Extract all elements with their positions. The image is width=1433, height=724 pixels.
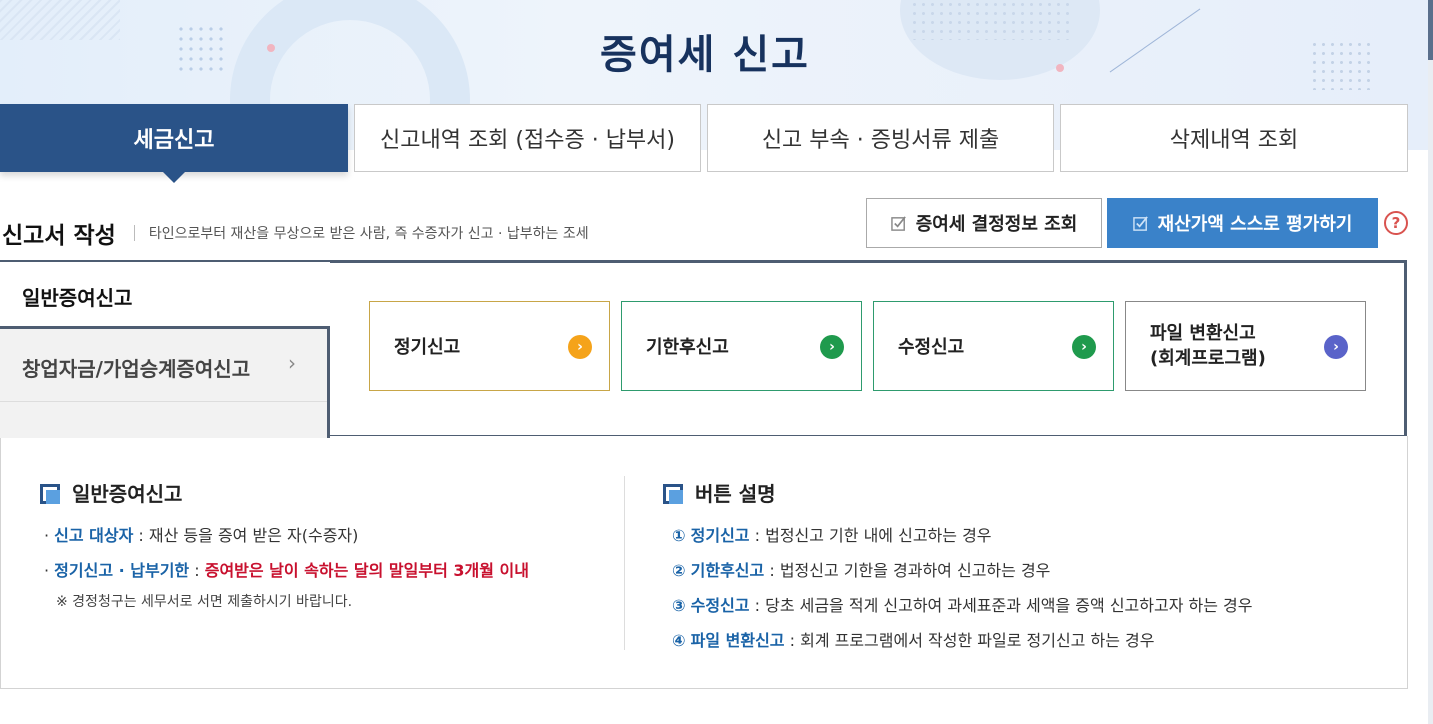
page-title: 증여세 신고 (600, 32, 810, 78)
square-bullet-icon (663, 484, 683, 504)
card-label: 기한후신고 (646, 337, 729, 358)
item-number: ③ (672, 596, 686, 615)
file-conversion-report-card[interactable]: 파일 변환신고 (회계프로그램) › (1125, 301, 1366, 391)
tab-label: 삭제내역 조회 (1169, 128, 1299, 153)
tab-document-submission[interactable]: 신고 부속 · 증빙서류 제출 (707, 104, 1054, 172)
info-key: 정기신고 · 납부기한 (54, 561, 190, 580)
info-sep: : (189, 561, 205, 580)
sidebar-item-general-gift[interactable]: 일반증여신고 (0, 262, 330, 327)
tab-deleted-history[interactable]: 삭제내역 조회 (1060, 104, 1408, 172)
button-desc-item: ① 정기신고 : 법정신고 기한 내에 신고하는 경우 (672, 522, 992, 546)
item-value: : 회계 프로그램에서 작성한 파일로 정기신고 하는 경우 (784, 631, 1155, 650)
item-key: 파일 변환신고 (690, 631, 785, 650)
sidebar-item-label: 창업자금/가업승계증여신고 (22, 357, 251, 381)
target-info: · 신고 대상자 : 재산 등을 증여 받은 자(수증자) (44, 526, 359, 545)
amended-report-card[interactable]: 수정신고 › (873, 301, 1114, 391)
chevron-right-icon: › (1324, 335, 1348, 359)
late-report-card[interactable]: 기한후신고 › (621, 301, 862, 391)
self-assessment-button[interactable]: 재산가액 스스로 평가하기 (1107, 198, 1378, 248)
active-tab-caret (162, 171, 186, 183)
item-value: : 법정신고 기한을 경과하여 신고하는 경우 (764, 561, 1051, 580)
checkbox-icon (890, 215, 906, 231)
item-key: 정기신고 (690, 526, 750, 545)
card-label: 정기신고 (394, 337, 461, 358)
item-value: : 법정신고 기한 내에 신고하는 경우 (749, 526, 992, 545)
tab-report-history[interactable]: 신고내역 조회 (접수증 · 납부서) (354, 104, 701, 172)
item-value: : 당초 세금을 적게 신고하여 과세표준과 세액을 증액 신고하고자 하는 경… (749, 596, 1253, 615)
card-label: 파일 변환신고 (회계프로그램) (1150, 321, 1266, 371)
button-desc-item: ③ 수정신고 : 당초 세금을 적게 신고하여 과세표준과 세액을 증액 신고하… (672, 592, 1252, 616)
item-number: ① (672, 526, 686, 545)
button-desc-item: ④ 파일 변환신고 : 회계 프로그램에서 작성한 파일로 정기신고 하는 경우 (672, 627, 1154, 651)
item-number: ② (672, 561, 686, 580)
tab-tax-report[interactable]: 세금신고 (0, 104, 348, 183)
chevron-right-icon: › (288, 351, 296, 375)
item-key: 수정신고 (690, 596, 750, 615)
section-title-text: 일반증여신고 (72, 482, 183, 506)
divider (0, 401, 327, 402)
general-gift-info-title: 일반증여신고 (40, 478, 182, 507)
card-label-line: (회계프로그램) (1150, 348, 1266, 369)
chevron-right-icon: › (568, 335, 592, 359)
help-icon[interactable]: ? (1384, 211, 1408, 235)
card-label: 수정신고 (898, 337, 965, 358)
note-text: ※ 경정청구는 세무서로 서면 제출하시기 바랍니다. (56, 594, 353, 610)
tab-label: 세금신고 (133, 128, 215, 153)
square-bullet-icon (40, 484, 60, 504)
regular-report-card[interactable]: 정기신고 › (369, 301, 610, 391)
scrollbar[interactable] (1428, 0, 1433, 724)
deadline-info: · 정기신고 · 납부기한 : 증여받은 날이 속하는 달의 말일부터 3개월 … (44, 561, 529, 580)
chevron-right-icon: › (820, 335, 844, 359)
button-label: 재산가액 스스로 평가하기 (1157, 214, 1353, 235)
tab-label: 신고 부속 · 증빙서류 제출 (761, 128, 1000, 153)
button-desc-item: ② 기한후신고 : 법정신고 기한을 경과하여 신고하는 경우 (672, 557, 1050, 581)
info-key: 신고 대상자 (54, 526, 134, 545)
tab-bar: 세금신고 신고내역 조회 (접수증 · 납부서) 신고 부속 · 증빙서류 제출… (0, 104, 1410, 183)
scrollbar-thumb[interactable] (1428, 0, 1433, 60)
item-number: ④ (672, 631, 686, 650)
chevron-right-icon: › (1072, 335, 1096, 359)
info-value: 증여받은 날이 속하는 달의 말일부터 3개월 이내 (204, 561, 529, 580)
divider (133, 225, 135, 241)
button-label: 증여세 결정정보 조회 (915, 214, 1078, 235)
info-value: : 재산 등을 증여 받은 자(수증자) (133, 526, 359, 545)
item-key: 기한후신고 (690, 561, 765, 580)
checkbox-icon (1132, 215, 1148, 231)
decision-info-button[interactable]: 증여세 결정정보 조회 (866, 198, 1102, 248)
tab-label: 신고내역 조회 (접수증 · 납부서) (379, 128, 675, 153)
divider (624, 476, 625, 650)
button-desc-title: 버튼 설명 (663, 478, 776, 507)
section-heading: 신고서 작성 (2, 223, 116, 249)
card-label-line: 파일 변환신고 (1150, 323, 1256, 344)
sidebar-item-startup-gift[interactable]: 창업자금/가업승계증여신고 › (0, 326, 330, 438)
section-header: 신고서 작성 타인으로부터 재산을 무상으로 받은 사람, 즉 수증자가 신고 … (2, 216, 589, 250)
section-description: 타인으로부터 재산을 무상으로 받은 사람, 즉 수증자가 신고 · 납부하는 … (148, 226, 589, 242)
section-title-text: 버튼 설명 (695, 482, 776, 506)
